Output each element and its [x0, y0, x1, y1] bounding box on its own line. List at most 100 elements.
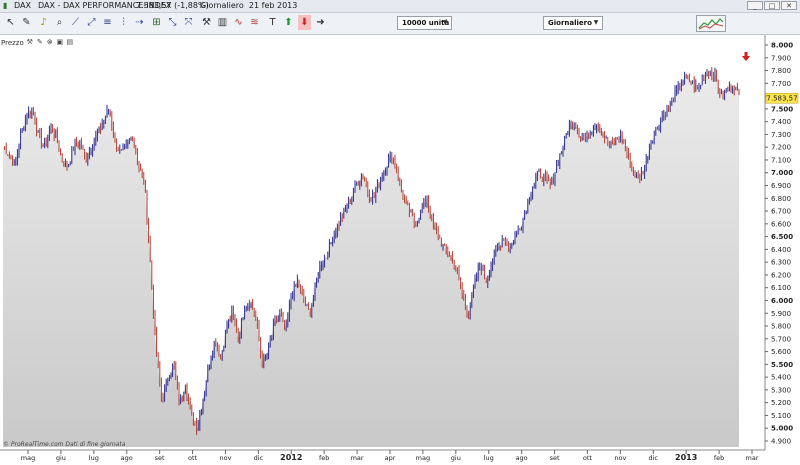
y-tick-label: 5.300	[771, 386, 791, 394]
y-tick-label: 6.300	[771, 259, 791, 267]
delete-icon[interactable]: ▥	[216, 15, 229, 30]
x-axis[interactable]: mag giu lug ago set ott nov dic 2012 feb mar apr mag…	[21, 450, 759, 462]
x-tick-label: set	[155, 454, 165, 462]
y-tick-label: 7.800	[771, 67, 791, 75]
y-tick-label: 6.200	[771, 271, 791, 279]
pencil-icon[interactable]: ✎	[20, 15, 33, 30]
x-tick-label: mag	[21, 454, 35, 462]
text-icon[interactable]: T	[266, 15, 279, 30]
close-icon[interactable]: ⊗	[46, 38, 54, 47]
x-tick-label: 2012	[280, 453, 302, 462]
panel-label: Prezzo	[1, 38, 24, 47]
y-tick-label: 4.900	[771, 438, 791, 446]
y-tick-label: 6.900	[771, 182, 791, 190]
toolbar: ↖ ✎ ♪ ⌕ ⟋ ⤢ ≡ ⫶ ⇢ ⊞ ⤡ ⤧ ⚒ ▥ ∿ ≋ T ⬆ ⬇ ➜ …	[0, 13, 800, 35]
wrench-icon[interactable]: ⚒	[200, 15, 213, 30]
x-tick-label: nov	[614, 454, 626, 462]
y-tick-label: 5.200	[771, 399, 791, 407]
y-tick-label: 5.400	[771, 374, 791, 382]
x-tick-label: giu	[451, 454, 461, 462]
x-tick-label: ott	[188, 454, 198, 462]
y-tick-label: 7.100	[771, 156, 791, 164]
x-tick-label: lug	[89, 454, 99, 462]
symbol-label: DAX	[14, 1, 31, 10]
settings-icon[interactable]: ▣	[56, 38, 64, 47]
y-tick-label: 6.500	[771, 233, 793, 241]
x-tick-label: nov	[219, 454, 231, 462]
channel-icon[interactable]: ≡	[101, 15, 114, 30]
y-tick-label: 8.000	[771, 42, 793, 50]
y-tick-label: 5.800	[771, 323, 791, 331]
next-icon[interactable]: ➜	[314, 15, 327, 30]
price-chart[interactable]: 8.0007.9007.8007.7007.6007.5007.4007.300…	[0, 35, 800, 465]
fibonacci-icon[interactable]: ⫶	[117, 15, 130, 30]
arrow-icon[interactable]: ⇢	[133, 15, 146, 30]
y-tick-label: 7.300	[771, 131, 791, 139]
measure-icon[interactable]: ⤧	[182, 15, 195, 30]
y-tick-label: 5.100	[771, 412, 791, 420]
y-tick-label: 5.500	[771, 361, 793, 369]
x-tick-label: feb	[714, 454, 724, 462]
zoom-icon[interactable]: ⌕	[53, 15, 66, 30]
x-tick-label: dic	[649, 454, 659, 462]
last-price-label: 7.583,57	[766, 95, 797, 103]
window-controls: _ □ ✕	[747, 1, 797, 10]
panel-header: Prezzo ⚒ ✎ ⊗ ▣ ▤	[1, 37, 76, 48]
segment-icon[interactable]: ⤡	[166, 15, 179, 30]
buy-arrow-icon[interactable]: ⬆	[282, 15, 295, 30]
app-icon: ▮	[3, 1, 8, 10]
close-button[interactable]: ✕	[781, 1, 797, 10]
y-tick-label: 7.500	[771, 105, 793, 113]
bell-icon[interactable]: ♪	[37, 15, 50, 30]
timeframe-value: Giornaliero	[548, 19, 592, 27]
units-select[interactable]: 10000 unità ▼	[397, 16, 452, 30]
timeframe-select[interactable]: Giornaliero ▼	[543, 16, 603, 30]
chevron-down-icon: ▼	[442, 19, 448, 26]
x-tick-label: feb	[319, 454, 329, 462]
y-tick-label: 5.700	[771, 335, 791, 343]
y-tick-label: 6.800	[771, 195, 791, 203]
footer-credit: © ProRealTime.com Dati di fine giornata	[3, 441, 126, 448]
trendline-icon[interactable]: ⟋	[69, 15, 82, 30]
minimize-button[interactable]: _	[747, 1, 763, 10]
pencil-icon[interactable]: ✎	[36, 38, 44, 47]
x-tick-label: ago	[121, 454, 133, 462]
y-tick-label: 6.000	[771, 297, 793, 305]
y-tick-label: 6.100	[771, 284, 791, 292]
last-price-tag: 7.583,57	[765, 92, 799, 104]
zigzag-icon[interactable]: ∿	[232, 15, 245, 30]
pointer-icon[interactable]: ↖	[4, 15, 17, 30]
y-tick-label: 5.000	[771, 425, 793, 433]
y-tick-label: 5.600	[771, 348, 791, 356]
y-tick-label: 5.900	[771, 310, 791, 318]
title-bar: ▮ DAX DAX - DAX PERFORMANCE-INDEX 7.583,…	[0, 0, 800, 13]
chevron-down-icon: ▼	[593, 19, 599, 26]
mini-chart-icon	[698, 18, 724, 30]
wrench-icon[interactable]: ⚒	[26, 38, 34, 47]
x-tick-label: set	[550, 454, 560, 462]
x-tick-label: apr	[385, 454, 396, 462]
wave-icon[interactable]: ≋	[248, 15, 261, 30]
ray-icon[interactable]: ⤢	[85, 15, 98, 30]
chart-type-button[interactable]	[696, 15, 726, 32]
y-tick-label: 6.700	[771, 208, 791, 216]
x-tick-label: mar	[746, 454, 759, 462]
x-tick-label: dic	[254, 454, 264, 462]
y-tick-label: 7.400	[771, 118, 791, 126]
horizontal-line-icon[interactable]: ⊞	[150, 15, 163, 30]
y-tick-label: 7.000	[771, 169, 793, 177]
y-tick-label: 6.400	[771, 246, 791, 254]
y-tick-label: 7.900	[771, 54, 791, 62]
y-tick-label: 7.200	[771, 144, 791, 152]
sell-arrow-icon[interactable]: ⬇	[298, 15, 311, 30]
quote-label: 7.583,57 (-1,88%)	[136, 1, 209, 10]
export-icon[interactable]: ▤	[66, 38, 74, 47]
y-tick-label: 6.600	[771, 220, 791, 228]
x-tick-label: 2013	[675, 453, 697, 462]
x-tick-label: ago	[516, 454, 528, 462]
maximize-button[interactable]: □	[764, 1, 780, 10]
x-tick-label: mag	[416, 454, 430, 462]
x-tick-label: mar	[351, 454, 364, 462]
x-tick-label: lug	[484, 454, 494, 462]
y-tick-label: 7.700	[771, 80, 791, 88]
